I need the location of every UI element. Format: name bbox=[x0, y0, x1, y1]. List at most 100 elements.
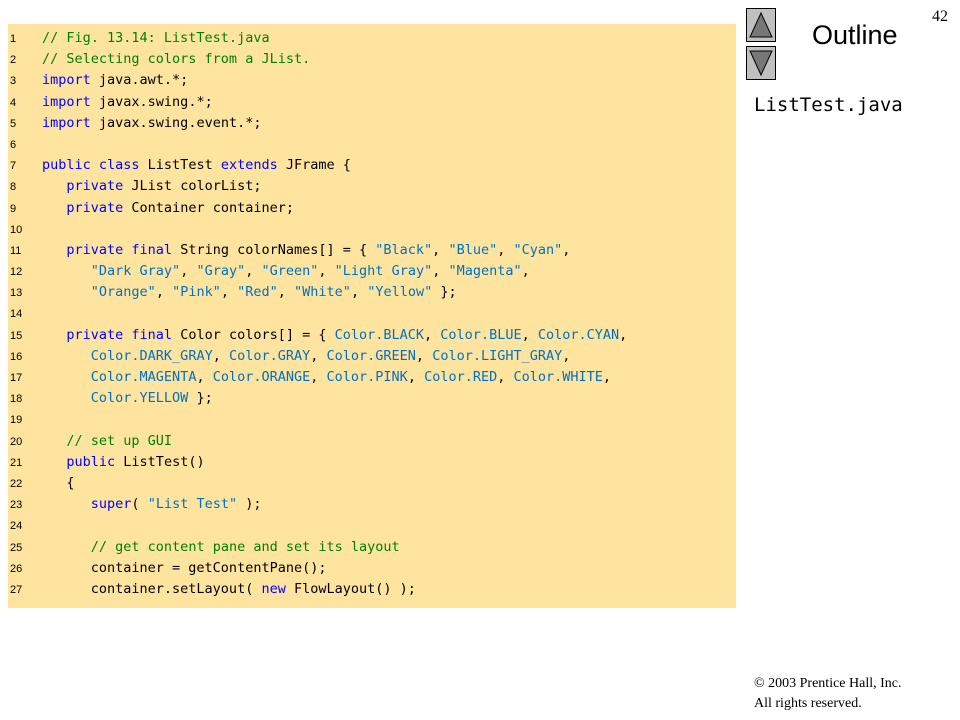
line-number: 10 bbox=[10, 223, 23, 236]
code-line: 20 // set up GUI bbox=[8, 431, 627, 452]
code-token-plain: , bbox=[212, 347, 229, 364]
code-token-string: "Black" bbox=[375, 241, 433, 258]
line-number: 25 bbox=[10, 541, 23, 554]
code-token-plain: , bbox=[432, 241, 449, 258]
line-number: 27 bbox=[10, 583, 23, 596]
code-token-plain: , bbox=[562, 347, 571, 364]
line-number: 20 bbox=[10, 435, 23, 448]
code-token-plain: JList colorList; bbox=[123, 178, 262, 195]
line-number: 6 bbox=[10, 138, 17, 151]
code-line: 12 "Dark Gray", "Gray", "Green", "Light … bbox=[8, 261, 627, 282]
code-token-constant: Color.GREEN bbox=[326, 347, 416, 364]
code-token-plain: ListTest bbox=[139, 157, 221, 174]
code-token-plain: , bbox=[432, 263, 449, 280]
code-line: 1 // Fig. 13.14: ListTest.java bbox=[8, 28, 627, 49]
line-number: 5 bbox=[10, 117, 17, 130]
code-token-string: "Blue" bbox=[448, 241, 498, 258]
line-number: 11 bbox=[10, 244, 22, 257]
code-line: 14 bbox=[8, 303, 627, 324]
code-token-plain: , bbox=[245, 263, 262, 280]
copyright-line-1: © 2003 Prentice Hall, Inc. bbox=[754, 676, 902, 691]
code-token-string: "Orange" bbox=[90, 284, 156, 301]
code-token-constant: Color.RED bbox=[424, 369, 498, 385]
code-line: 15 private final Color colors[] = { Colo… bbox=[8, 325, 627, 346]
code-token-plain: Color colors[] = { bbox=[172, 326, 335, 343]
code-token-constant: Color.YELLOW bbox=[90, 390, 189, 407]
code-token-string: "Green" bbox=[261, 263, 319, 280]
code-token-plain: , bbox=[196, 369, 213, 385]
previous-slide-button[interactable] bbox=[746, 8, 776, 42]
code-token-plain: }; bbox=[188, 390, 213, 407]
file-label: ListTest.java bbox=[754, 94, 903, 116]
code-token-string: "Pink" bbox=[172, 284, 221, 301]
line-number: 12 bbox=[10, 266, 23, 279]
code-token-constant: Color.CYAN bbox=[537, 326, 620, 343]
code-token-string: "Light Gray" bbox=[334, 263, 433, 280]
code-token-plain: java.awt.*; bbox=[90, 72, 189, 89]
code-token-plain: javax.swing.*; bbox=[90, 93, 213, 110]
code-token-string: "Cyan" bbox=[513, 241, 563, 258]
code-token-plain: , bbox=[497, 369, 514, 385]
line-number: 15 bbox=[10, 329, 23, 342]
line-number: 22 bbox=[10, 477, 23, 490]
code-token-plain: , bbox=[619, 326, 628, 343]
code-token-plain: , bbox=[310, 347, 327, 364]
code-token-constant: Color.GRAY bbox=[228, 347, 311, 364]
line-number: 17 bbox=[10, 372, 23, 384]
code-token-constant: Color.LIGHT_GRAY bbox=[432, 347, 563, 364]
code-token-plain: { bbox=[42, 474, 75, 491]
code-line: 27 container.setLayout( new FlowLayout()… bbox=[8, 579, 627, 600]
code-token-string: "Gray" bbox=[196, 263, 246, 280]
code-line: 7 public class ListTest extends JFrame { bbox=[8, 155, 627, 176]
code-token-plain: javax.swing.event.*; bbox=[90, 114, 262, 131]
code-token-plain: ); bbox=[237, 496, 262, 513]
line-number: 13 bbox=[10, 287, 23, 300]
code-line: 22 { bbox=[8, 473, 627, 494]
line-number: 8 bbox=[10, 181, 17, 194]
code-line: 18 Color.YELLOW }; bbox=[8, 388, 627, 409]
code-panel: 1 // Fig. 13.14: ListTest.java 2 // Selecti… bbox=[8, 24, 736, 608]
next-slide-button[interactable] bbox=[746, 46, 776, 80]
code-token-constant: Color.ORANGE bbox=[212, 369, 311, 385]
line-number: 3 bbox=[10, 75, 17, 88]
code-token-plain: , bbox=[521, 326, 538, 343]
code-token-plain: , bbox=[220, 284, 238, 301]
line-number: 21 bbox=[10, 456, 23, 469]
code-token-string: "Yellow" bbox=[367, 284, 433, 301]
line-number: 19 bbox=[10, 414, 23, 427]
up-arrow-icon bbox=[749, 11, 773, 38]
code-token-plain: , bbox=[521, 263, 530, 280]
code-line: 25 // get content pane and set its layou… bbox=[8, 537, 627, 558]
code-token-string: "List Test" bbox=[147, 496, 238, 513]
code-token-plain: , bbox=[602, 369, 612, 385]
code-line: 2 // Selecting colors from a JList. bbox=[8, 49, 627, 70]
code-token-plain: , bbox=[155, 284, 173, 301]
code-line: 24 bbox=[8, 515, 627, 536]
code-token-plain: , bbox=[277, 284, 295, 301]
code-line: 10 bbox=[8, 219, 627, 240]
line-number: 2 bbox=[10, 54, 17, 67]
code-token-string: "Dark Gray" bbox=[90, 263, 181, 280]
code-listing: 1 // Fig. 13.14: ListTest.java 2 // Selecti… bbox=[8, 28, 627, 600]
code-token-keyword: private bbox=[66, 199, 124, 216]
code-token-plain: , bbox=[415, 347, 433, 364]
code-token-plain: Container container; bbox=[123, 199, 294, 216]
code-token-plain: container = getContentPane(); bbox=[42, 559, 327, 576]
code-token-constant: Color.BLACK bbox=[334, 326, 425, 343]
code-token-keyword: public class bbox=[42, 157, 140, 174]
code-token-string: "Magenta" bbox=[448, 263, 522, 280]
line-number: 23 bbox=[10, 499, 23, 512]
code-token-keyword: private bbox=[66, 178, 124, 195]
code-line: 4 import javax.swing.*; bbox=[8, 92, 627, 113]
code-token-comment: // get content pane and set its layout bbox=[90, 538, 400, 555]
code-token-keyword: public bbox=[66, 453, 116, 470]
code-line: 19 bbox=[8, 409, 627, 430]
code-token-plain: ( bbox=[131, 496, 148, 513]
